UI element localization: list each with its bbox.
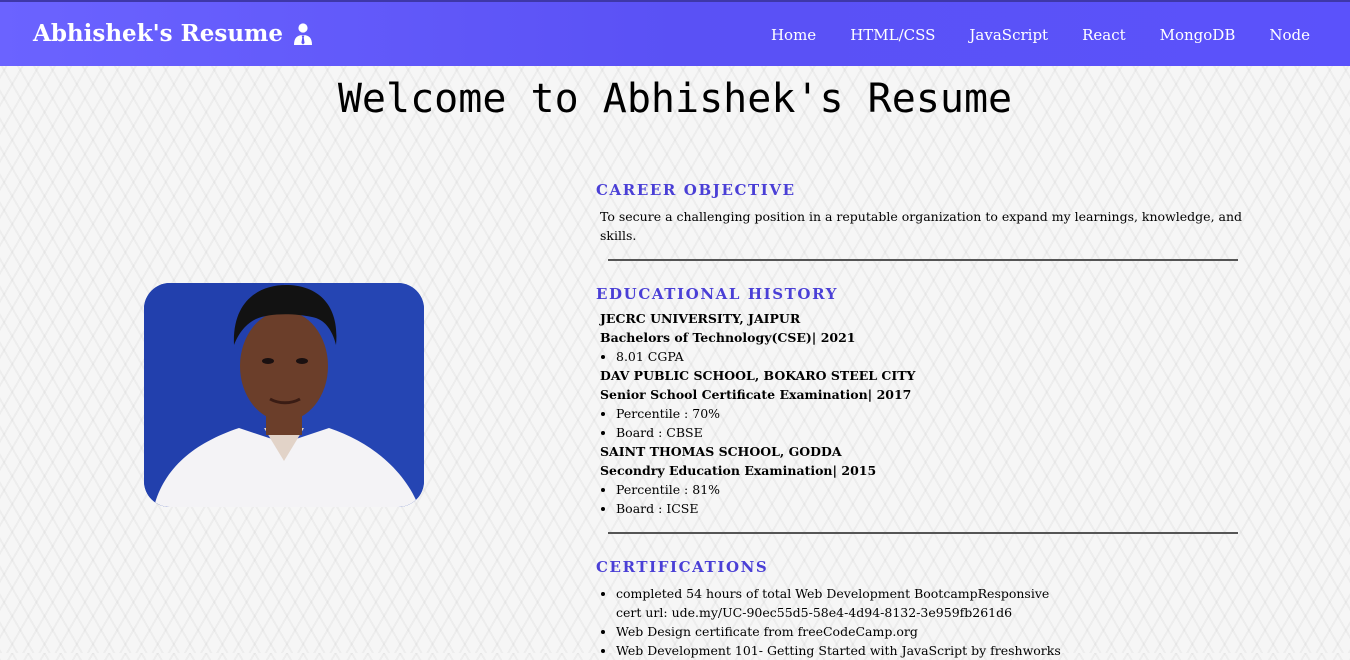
certifications-list: completed 54 hours of total Web Developm… xyxy=(596,584,1276,660)
degree: Senior School Certificate Examination| 2… xyxy=(600,387,912,402)
certification-url[interactable]: cert url: ude.my/UC-90ec55d5-58e4-4d94-8… xyxy=(616,605,1012,620)
degree: Bachelors of Technology(CSE)| 2021 xyxy=(600,330,856,345)
profile-photo xyxy=(144,283,424,507)
school-name: JECRC UNIVERSITY, JAIPUR xyxy=(600,311,801,326)
list-item: 8.01 CGPA xyxy=(616,347,1276,366)
educational-history-heading: EDUCATIONAL HISTORY xyxy=(596,285,839,303)
list-item: Percentile : 70% xyxy=(616,404,1276,423)
education-details: 8.01 CGPA xyxy=(596,347,1276,366)
school-name: DAV PUBLIC SCHOOL, BOKARO STEEL CITY xyxy=(600,368,916,383)
career-objective-heading: CAREER OBJECTIVE xyxy=(596,181,796,199)
list-item: Board : CBSE xyxy=(616,423,1276,442)
nav-link-html-css[interactable]: HTML/CSS xyxy=(850,26,935,44)
career-objective-text: To secure a challenging position in a re… xyxy=(600,209,1243,243)
certifications-heading: CERTIFICATIONS xyxy=(596,558,769,576)
user-tie-icon xyxy=(294,22,313,45)
nav-links: Home HTML/CSS JavaScript React MongoDB N… xyxy=(737,26,1310,44)
certification-text: completed 54 hours of total Web Developm… xyxy=(616,586,1050,601)
education-details: Percentile : 81% Board : ICSE xyxy=(596,480,1276,518)
education-list: JECRC UNIVERSITY, JAIPUR Bachelors of Te… xyxy=(596,309,1276,518)
nav-link-mongodb[interactable]: MongoDB xyxy=(1160,26,1236,44)
navbar: Abhishek's Resume Home HTML/CSS JavaScri… xyxy=(0,0,1350,66)
nav-link-javascript[interactable]: JavaScript xyxy=(969,26,1048,44)
list-item: Web Design certificate from freeCodeCamp… xyxy=(616,622,1276,641)
resume-content: CAREER OBJECTIVE To secure a challenging… xyxy=(596,181,1276,660)
brand-title[interactable]: Abhishek's Resume xyxy=(33,20,283,47)
list-item: completed 54 hours of total Web Developm… xyxy=(616,584,1276,622)
education-details: Percentile : 70% Board : CBSE xyxy=(596,404,1276,442)
school-name: SAINT THOMAS SCHOOL, GODDA xyxy=(600,444,842,459)
divider xyxy=(608,532,1238,534)
nav-link-node[interactable]: Node xyxy=(1269,26,1310,44)
nav-link-home[interactable]: Home xyxy=(771,26,816,44)
list-item: Board : ICSE xyxy=(616,499,1276,518)
list-item: Web Development 101- Getting Started wit… xyxy=(616,641,1276,660)
page-title: Welcome to Abhishek's Resume xyxy=(337,76,1013,122)
list-item: Percentile : 81% xyxy=(616,480,1276,499)
brand[interactable]: Abhishek's Resume xyxy=(33,20,313,47)
degree: Secondry Education Examination| 2015 xyxy=(600,463,877,478)
divider xyxy=(608,259,1238,261)
nav-link-react[interactable]: React xyxy=(1082,26,1126,44)
